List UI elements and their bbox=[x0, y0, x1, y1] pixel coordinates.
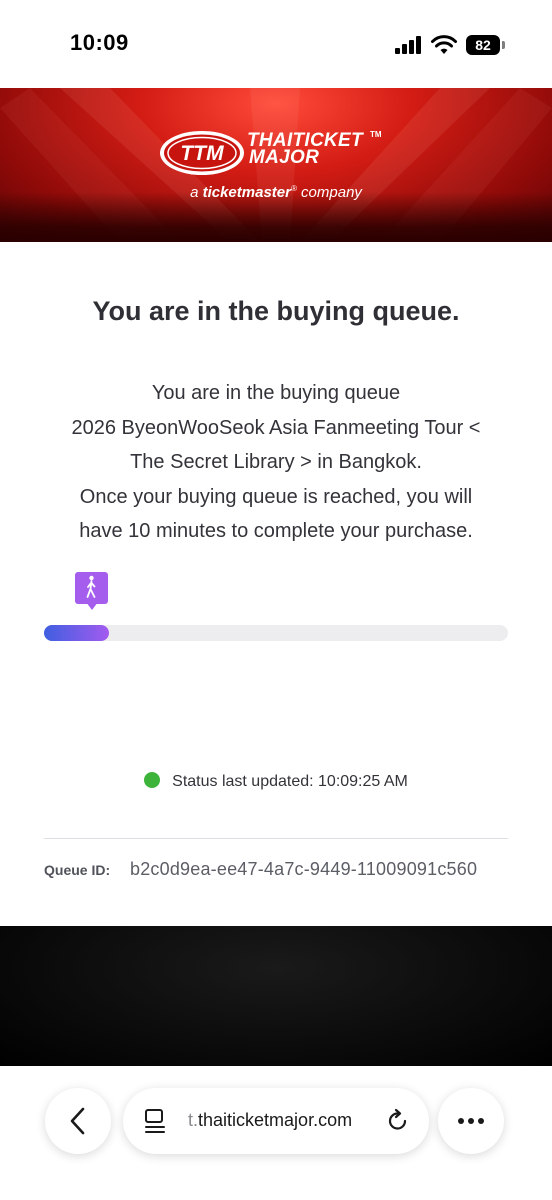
trademark-mark: TM bbox=[370, 130, 382, 139]
status-ok-icon bbox=[144, 772, 161, 788]
brand-wordmark: THAITICKET MAJOR bbox=[247, 131, 363, 168]
description-line: have 10 minutes to complete your purchas… bbox=[79, 520, 473, 542]
queue-id-value: b2c0d9ea-ee47-4a7c-9449-11009091c560 bbox=[130, 859, 478, 879]
marker-pointer bbox=[86, 602, 98, 610]
browser-toolbar: t.thaiticketmajor.com bbox=[0, 1066, 552, 1200]
queue-description: You are in the buying queue 2026 ByeonWo… bbox=[30, 376, 522, 549]
tagline-mark: ® bbox=[290, 184, 297, 193]
divider bbox=[44, 838, 508, 839]
walking-person-icon bbox=[86, 575, 96, 598]
description-line: Once your buying queue is reached, you w… bbox=[79, 485, 473, 508]
url-text[interactable]: t.thaiticketmajor.com bbox=[188, 1110, 352, 1131]
address-bar[interactable]: t.thaiticketmajor.com bbox=[123, 1088, 429, 1154]
cellular-signal-icon bbox=[395, 36, 421, 54]
description-line: 2026 ByeonWooSeok Asia Fanmeeting Tour < bbox=[71, 416, 481, 439]
status-text: Status last updated: 10:09:25 AM bbox=[172, 773, 408, 790]
page-title: You are in the buying queue. bbox=[92, 296, 460, 326]
status-bar: 10:09 82 bbox=[0, 0, 552, 88]
brand-wordmark-line2: MAJOR bbox=[249, 147, 320, 168]
page-background bbox=[0, 926, 552, 1066]
chevron-left-icon bbox=[70, 1107, 85, 1135]
description-line: The Secret Library > in Bangkok. bbox=[130, 451, 422, 473]
reload-icon[interactable] bbox=[385, 1108, 411, 1134]
queue-card: You are in the buying queue. You are in … bbox=[0, 242, 552, 926]
status-line: Status last updated: 10:09:25 AM bbox=[0, 772, 552, 791]
battery-indicator: 82 bbox=[466, 35, 500, 55]
queue-position-marker bbox=[75, 572, 108, 604]
more-button[interactable] bbox=[438, 1088, 504, 1154]
wifi-icon bbox=[431, 35, 457, 54]
tagline-suffix: company bbox=[301, 184, 362, 201]
queue-progress-fill bbox=[44, 625, 109, 641]
queue-progress-bar bbox=[44, 625, 508, 641]
tagline: a ticketmaster® company bbox=[0, 184, 552, 201]
battery-tip bbox=[502, 41, 505, 49]
queue-id-label: Queue ID: bbox=[44, 862, 111, 878]
back-button[interactable] bbox=[45, 1088, 111, 1154]
svg-text:TTM: TTM bbox=[180, 142, 224, 165]
reader-mode-icon[interactable] bbox=[143, 1108, 169, 1134]
tagline-prefix: a bbox=[190, 184, 199, 201]
description-line: You are in the buying queue bbox=[151, 382, 401, 404]
more-icon bbox=[458, 1118, 484, 1124]
url-domain: thaiticketmajor.com bbox=[198, 1110, 353, 1130]
hero-banner: TTM THAITICKET MAJOR TM a ticketmaster® … bbox=[0, 88, 552, 242]
url-prefix: t. bbox=[188, 1110, 199, 1130]
status-time: 10:09 bbox=[70, 30, 129, 55]
tagline-brand: ticketmaster bbox=[202, 184, 291, 201]
ttm-logo-icon: TTM bbox=[160, 131, 244, 175]
